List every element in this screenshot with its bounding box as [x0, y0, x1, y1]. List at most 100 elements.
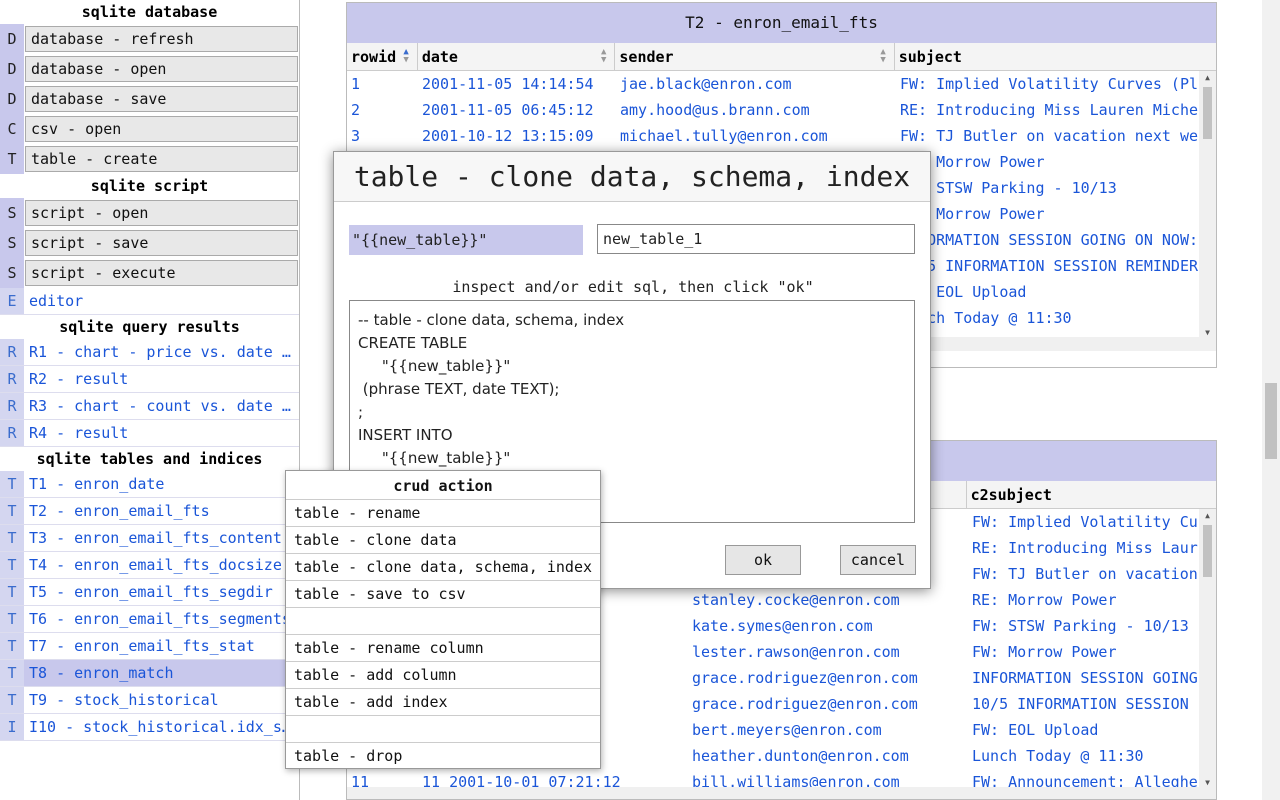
table-link[interactable]: T2 - enron_email_fts [24, 498, 299, 524]
sort-icon[interactable]: ▲ ▼ [601, 48, 606, 65]
column-header-c2subject[interactable]: c2subject [967, 481, 1216, 508]
script-save-button[interactable]: script - save [25, 230, 298, 256]
table-cell: jae.black@enron.com [620, 75, 792, 93]
sidebar-item-script-save[interactable]: Sscript - save [0, 228, 299, 258]
script-open-button[interactable]: script - open [25, 200, 298, 226]
item-tag: I [0, 714, 24, 740]
sidebar-item-t2[interactable]: T T2 - enron_email_fts [0, 498, 299, 525]
column-label: c2subject [970, 486, 1052, 504]
table-hscrollbar[interactable] [347, 787, 1216, 799]
sidebar-item-t6[interactable]: T T6 - enron_email_fts_segments [0, 606, 299, 633]
column-header-date[interactable]: date ▲ ▼ [418, 43, 616, 70]
sidebar-item-r2[interactable]: R R2 - result [0, 366, 299, 393]
crud-item-clone-data[interactable]: table - clone data [286, 526, 600, 553]
sidebar-item-database-open[interactable]: Ddatabase - open [0, 54, 299, 84]
db-heading: sqlite database [0, 0, 299, 24]
sidebar-item-script-open[interactable]: Sscript - open [0, 198, 299, 228]
result-link[interactable]: R1 - chart - price vs. date … [24, 339, 299, 365]
table-scrollbar[interactable]: ▲ ▼ [1199, 509, 1216, 799]
sidebar-item-script-execute[interactable]: Sscript - execute [0, 258, 299, 288]
ok-button[interactable]: ok [725, 545, 801, 575]
table-cell: grace.rodriguez@enron.com [692, 669, 918, 687]
table-link[interactable]: T8 - enron_match [24, 660, 299, 686]
dialog-hint: inspect and/or edit sql, then click "ok" [452, 278, 814, 296]
table-create-button[interactable]: table - create [25, 146, 298, 172]
column-header-subject[interactable]: subject [895, 43, 1216, 70]
table-cell: Lunch Today @ 11:30 [972, 747, 1144, 765]
crud-item-rename[interactable]: table - rename [286, 499, 600, 526]
result-link[interactable]: R3 - chart - count vs. date … [24, 393, 299, 419]
sidebar-item-r1[interactable]: R R1 - chart - price vs. date … [0, 339, 299, 366]
table-row[interactable]: 1 2001-11-05 14:14:54 jae.black@enron.com F… [347, 71, 1216, 97]
table-cell: stanley.cocke@enron.com [692, 591, 900, 609]
table-cell: Lunch Today @ 11:30 [900, 309, 1072, 327]
crud-item-rename-column[interactable]: table - rename column [286, 634, 600, 661]
table-scrollbar[interactable]: ▲ ▼ [1199, 71, 1216, 351]
sidebar-item-table-create[interactable]: Ttable - create [0, 144, 299, 174]
cancel-button[interactable]: cancel [840, 545, 916, 575]
tables-heading: sqlite tables and indices [0, 447, 299, 471]
sidebar-item-r3[interactable]: R R3 - chart - count vs. date … [0, 393, 299, 420]
new-table-name-input[interactable] [597, 224, 915, 254]
table-cell: RE: Morrow Power [972, 591, 1117, 609]
table-link[interactable]: T5 - enron_email_fts_segdir [24, 579, 299, 605]
crud-item-drop[interactable]: table - drop [286, 742, 600, 769]
sort-icon[interactable]: ▲ ▼ [880, 48, 885, 65]
sidebar-item-t9[interactable]: T T9 - stock_historical [0, 687, 299, 714]
item-tag: D [0, 24, 24, 54]
crud-item-add-column[interactable]: table - add column [286, 661, 600, 688]
sidebar-item-t8[interactable]: T T8 - enron_match [0, 660, 299, 687]
database-refresh-button[interactable]: database - refresh [25, 26, 298, 52]
sidebar-item-t3[interactable]: T T3 - enron_email_fts_content [0, 525, 299, 552]
item-tag: S [0, 258, 24, 288]
table-cell: michael.tully@enron.com [620, 127, 828, 145]
table-link[interactable]: T4 - enron_email_fts_docsize [24, 552, 299, 578]
table-link[interactable]: T3 - enron_email_fts_content [24, 525, 299, 551]
csv-open-button[interactable]: csv - open [25, 116, 298, 142]
editor-link[interactable]: editor [24, 288, 299, 314]
database-open-button[interactable]: database - open [25, 56, 298, 82]
table-link[interactable]: T6 - enron_email_fts_segments [24, 606, 299, 632]
column-label: date [421, 48, 458, 66]
sidebar-item-editor[interactable]: Eeditor [0, 288, 299, 315]
column-header-sender[interactable]: sender ▲ ▼ [615, 43, 895, 70]
item-tag: R [0, 420, 24, 446]
database-save-button[interactable]: database - save [25, 86, 298, 112]
result-link[interactable]: R4 - result [24, 420, 299, 446]
scrollbar-thumb[interactable] [1265, 383, 1277, 459]
column-label: sender [619, 48, 674, 66]
sidebar-item-r4[interactable]: R R4 - result [0, 420, 299, 447]
table-cell: 10/5 INFORMATION SESSION [972, 695, 1189, 713]
item-tag: T [0, 633, 24, 659]
table-link[interactable]: T9 - stock_historical [24, 687, 299, 713]
table-link[interactable]: T7 - enron_email_fts_stat [24, 633, 299, 659]
sort-icon[interactable]: ▲ ▼ [403, 48, 408, 65]
table-cell: FW: EOL Upload [900, 283, 1027, 301]
column-header-rowid[interactable]: rowid ▲ ▼ [347, 43, 418, 70]
script-execute-button[interactable]: script - execute [25, 260, 298, 286]
sidebar-item-t5[interactable]: T T5 - enron_email_fts_segdir [0, 579, 299, 606]
table-link[interactable]: T1 - enron_date [24, 471, 299, 497]
crud-item-clone-data-schema-index[interactable]: table - clone data, schema, index [286, 553, 600, 580]
result-link[interactable]: R2 - result [24, 366, 299, 392]
sidebar-item-t1[interactable]: T T1 - enron_date [0, 471, 299, 498]
sidebar-item-t4[interactable]: T T4 - enron_email_fts_docsize [0, 552, 299, 579]
crud-action-menu: crud action table - rename table - clone… [285, 470, 601, 769]
table-cell: INFORMATION SESSION GOING [972, 669, 1198, 687]
crud-item-save-to-csv[interactable]: table - save to csv [286, 580, 600, 607]
sidebar-item-csv-open[interactable]: Ccsv - open [0, 114, 299, 144]
sidebar-item-t7[interactable]: T T7 - enron_email_fts_stat [0, 633, 299, 660]
table-header: rowid ▲ ▼ date ▲ ▼ sender ▲ ▼ subject [347, 43, 1216, 71]
index-link[interactable]: I10 - stock_historical.idx_s… [24, 714, 299, 740]
sidebar-item-database-save[interactable]: Ddatabase - save [0, 84, 299, 114]
table-row[interactable]: 2 2001-11-05 06:45:12 amy.hood@us.brann.co… [347, 97, 1216, 123]
sidebar-item-i10[interactable]: I I10 - stock_historical.idx_s… [0, 714, 299, 741]
variable-label: "{{new_table}}" [349, 225, 583, 255]
item-tag: T [0, 471, 24, 497]
page-scrollbar[interactable] [1262, 0, 1280, 800]
sidebar-item-database-refresh[interactable]: Ddatabase - refresh [0, 24, 299, 54]
table-cell: 2001-10-12 13:15:09 [422, 127, 594, 145]
crud-item-add-index[interactable]: table - add index [286, 688, 600, 715]
item-tag: S [0, 228, 24, 258]
table-row[interactable]: 3 2001-10-12 13:15:09 michael.tully@enron.… [347, 123, 1216, 149]
